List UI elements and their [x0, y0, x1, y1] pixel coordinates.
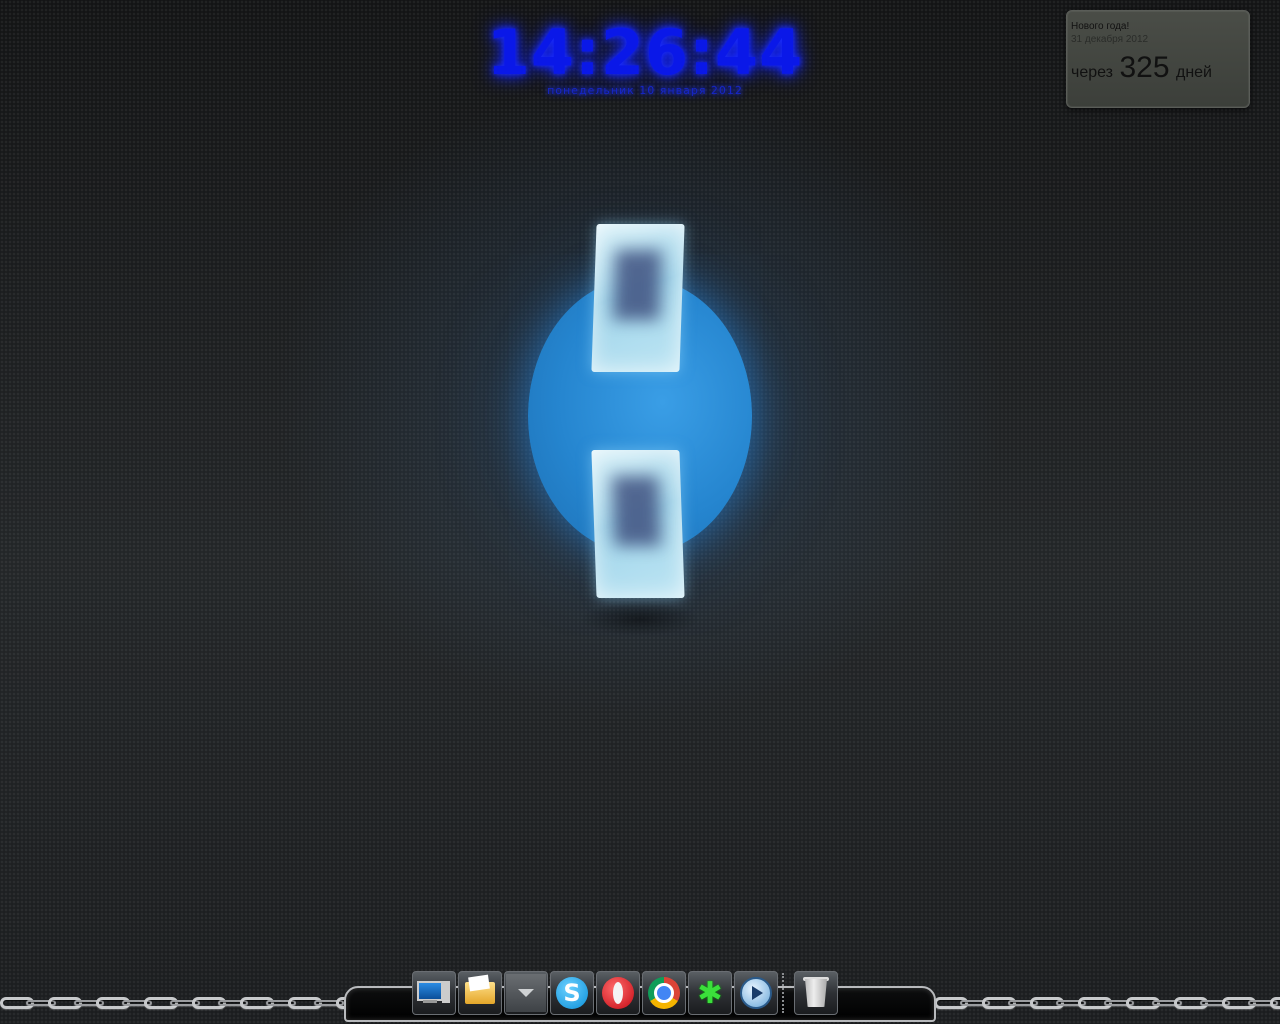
clock-gadget[interactable]: 14:26:44 понедельник 10 января 2012	[480, 14, 810, 97]
logo-bottom-glass-block	[591, 450, 685, 598]
opera-icon	[602, 977, 634, 1009]
countdown-suffix: дней	[1175, 64, 1212, 81]
chrome-icon	[648, 977, 680, 1009]
arrow-down-icon	[506, 974, 546, 1012]
chain-link	[1270, 997, 1280, 1009]
dock-item-stack[interactable]	[504, 971, 548, 1015]
countdown-gadget[interactable]: Нового года! 31 декабря 2012 через 325 д…	[1066, 10, 1250, 108]
dock-item-opera[interactable]	[596, 971, 640, 1015]
logo-shadow	[580, 602, 700, 636]
countdown-days-number: 325	[1119, 51, 1170, 84]
wallpaper-logo	[520, 210, 760, 636]
trash-icon	[803, 977, 829, 1007]
dock-item-recycle-bin[interactable]	[794, 971, 838, 1015]
dock-item-media-player[interactable]	[734, 971, 778, 1015]
dock-item-documents-folder[interactable]	[458, 971, 502, 1015]
dock-item-chrome[interactable]	[642, 971, 686, 1015]
media-player-icon	[740, 977, 772, 1009]
dock-item-computer[interactable]	[412, 971, 456, 1015]
dock-separator	[782, 973, 788, 1013]
computer-icon	[417, 981, 451, 1005]
skype-icon: S	[556, 977, 588, 1009]
chain-decoration-right	[934, 988, 1280, 1018]
dock: S ✱	[412, 970, 840, 1016]
dock-item-skype[interactable]: S	[550, 971, 594, 1015]
countdown-title: Нового года!	[1071, 21, 1130, 32]
logo-top-glass-block	[591, 224, 685, 372]
countdown-remaining: через 325 дней	[1071, 51, 1245, 85]
folder-icon	[465, 974, 495, 1004]
clock-time: 14:26:44	[486, 16, 804, 89]
countdown-date: 31 декабря 2012	[1071, 34, 1149, 45]
icq-flower-icon: ✱	[697, 975, 723, 1011]
dock-item-icq[interactable]: ✱	[688, 971, 732, 1015]
chain-decoration-left	[0, 988, 346, 1018]
countdown-prefix: через	[1071, 64, 1114, 81]
